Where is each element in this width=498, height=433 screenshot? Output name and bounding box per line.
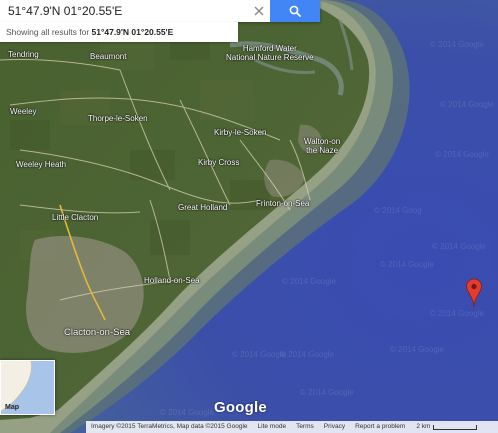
map-watermark: © 2014 Google [432,242,486,251]
satellite-map[interactable]: © 2014 Google © 2014 Goog © 2014 Google … [0,0,498,433]
map-watermark: © 2014 Google [430,40,484,49]
map-watermark: © 2014 Google [280,350,334,359]
results-query: 51°47.9'N 01°20.55'E [91,27,174,37]
place-label-kirby-le-soken: Kirby-le-Soken [214,128,267,137]
results-prefix: Showing all results for [6,27,92,37]
map-watermark: © 2014 Google [440,100,494,109]
report-problem-link[interactable]: Report a problem [350,421,410,433]
place-label-tendring: Tendring [8,50,39,59]
search-input[interactable] [0,0,248,22]
search-button[interactable] [270,0,320,22]
place-label-clacton-on-sea: Clacton-on-Sea [64,327,131,338]
clear-search-button[interactable] [248,0,270,22]
privacy-link[interactable]: Privacy [319,421,350,433]
place-label-beaumont: Beaumont [90,52,127,61]
google-logo: Google [214,399,267,416]
map-type-toggle[interactable]: Map [0,360,55,415]
place-label-weeley-heath: Weeley Heath [16,160,67,169]
scale-bar [433,424,478,430]
map-watermark: © 2014 Google [435,150,489,159]
map-watermark: © 2014 Google [282,277,336,286]
map-watermark: © 2014 Google [160,408,214,417]
place-label-frinton-on-sea: Frinton-on-Sea [256,199,310,208]
map-pin-icon[interactable] [465,278,483,308]
map-watermark: © 2014 Google [300,388,354,397]
place-label-holland-on-sea: Holland-on-Sea [144,276,200,285]
results-summary: Showing all results for 51°47.9'N 01°20.… [0,22,238,42]
imagery-attribution: Imagery ©2015 TerraMetrics, Map data ©20… [91,423,248,430]
terms-link[interactable]: Terms [291,421,319,433]
search-icon [289,5,301,17]
lite-mode-link[interactable]: Lite mode [253,421,292,433]
minimap-label: Map [5,404,19,411]
place-label-kirby-cross: Kirby Cross [198,158,240,167]
map-watermark: © 2014 Google [430,309,484,318]
place-label-weeley: Weeley [10,107,37,116]
search-box [0,0,320,22]
place-label-hamford-water: Hamford Water National Nature Reserve [226,44,314,62]
map-watermark: © 2014 Google [390,345,444,354]
map-watermark: © 2014 Google [232,350,286,359]
place-label-thorpe-le-soken: Thorpe-le-Soken [88,114,148,123]
scale-indicator[interactable]: 2 km [410,421,481,433]
place-label-little-clacton: Little Clacton [52,213,99,222]
place-label-walton-on-the-naze: Walton-on the Naze [304,137,341,155]
map-footer: Imagery ©2015 TerraMetrics, Map data ©20… [86,421,498,433]
scale-label: 2 km [416,423,431,430]
place-label-great-holland: Great Holland [178,203,228,212]
map-watermark: © 2014 Google [380,260,434,269]
close-icon [254,6,264,16]
map-watermark: © 2014 Goog [374,206,422,215]
